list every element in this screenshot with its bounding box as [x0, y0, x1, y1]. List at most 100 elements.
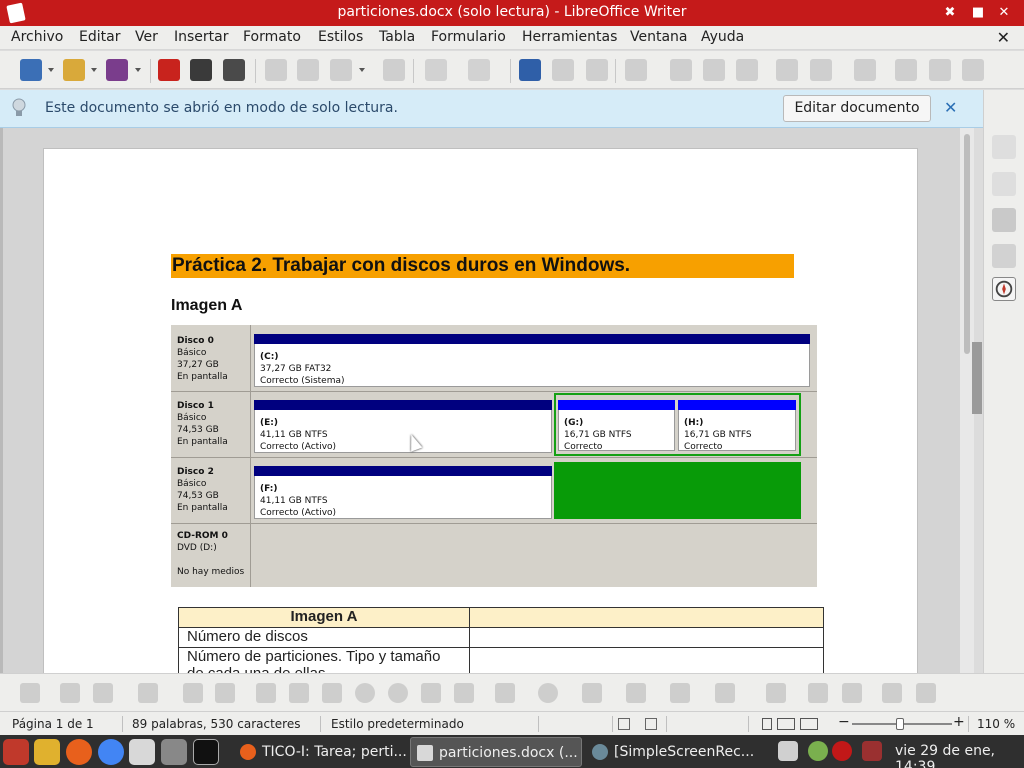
insert-mode-icon[interactable]	[618, 718, 630, 730]
curve-icon[interactable]	[138, 683, 158, 703]
styles-icon[interactable]	[992, 208, 1016, 232]
open-folder-icon[interactable]	[63, 59, 85, 81]
network-icon[interactable]	[808, 741, 828, 761]
sidebar-menu-icon[interactable]	[992, 98, 1016, 122]
basic-shapes-icon[interactable]	[495, 683, 515, 703]
page-count[interactable]: Página 1 de 1	[12, 717, 94, 731]
square-icon[interactable]	[322, 683, 342, 703]
flowchart-icon[interactable]	[715, 683, 735, 703]
minimize-button[interactable]: ✖	[940, 3, 960, 23]
block-arrows-icon[interactable]	[582, 683, 602, 703]
insert-caption-icon[interactable]	[842, 683, 862, 703]
insert-hyperlink-icon[interactable]	[895, 59, 917, 81]
save-dropdown-icon[interactable]	[135, 68, 141, 72]
word-count[interactable]: 89 palabras, 530 caracteres	[132, 717, 300, 731]
line-icon[interactable]	[60, 683, 80, 703]
paste-icon[interactable]	[330, 59, 352, 81]
cut-icon[interactable]	[265, 59, 287, 81]
table-header-cell[interactable]: Imagen A	[178, 607, 470, 628]
fontwork-icon[interactable]	[882, 683, 902, 703]
arrow-line-icon[interactable]	[93, 683, 113, 703]
new-document-icon[interactable]	[20, 59, 42, 81]
more-toolbar-icon[interactable]	[1004, 59, 1018, 81]
paste-dropdown-icon[interactable]	[359, 68, 365, 72]
insert-endnote-icon[interactable]	[962, 59, 984, 81]
document-modified-icon[interactable]	[645, 718, 657, 730]
toggle-point-edit-icon[interactable]	[766, 683, 786, 703]
edit-document-button[interactable]: Editar documento	[783, 95, 931, 122]
export-pdf-icon[interactable]	[158, 59, 180, 81]
zoom-level[interactable]: 110 %	[977, 717, 1015, 731]
formatting-marks-icon[interactable]	[586, 59, 608, 81]
table-cell[interactable]: Número de discos	[178, 627, 470, 648]
insert-image-icon[interactable]	[670, 59, 692, 81]
special-character-icon[interactable]	[854, 59, 876, 81]
zoom-slider-handle[interactable]	[896, 718, 904, 730]
triangle-icon[interactable]	[421, 683, 441, 703]
menu-editar[interactable]: Editar	[79, 29, 120, 45]
print-preview-icon[interactable]	[223, 59, 245, 81]
insert-page-break-icon[interactable]	[776, 59, 798, 81]
menu-archivo[interactable]: Archivo	[11, 29, 63, 45]
open-dropdown-icon[interactable]	[91, 68, 97, 72]
menu-herramientas[interactable]: Herramientas	[522, 29, 617, 45]
document-area[interactable]: Práctica 2. Trabajar con discos duros en…	[0, 128, 960, 673]
clone-formatting-icon[interactable]	[383, 59, 405, 81]
task-writer[interactable]: particiones.docx (...	[410, 737, 582, 767]
callouts-icon[interactable]	[670, 683, 690, 703]
tray-app-icon[interactable]	[778, 741, 798, 761]
navigator-icon[interactable]	[992, 277, 1016, 301]
insert-footnote-icon[interactable]	[929, 59, 951, 81]
screenshot-launcher-icon[interactable]	[161, 739, 187, 765]
task-firefox[interactable]: TICO-I: Tarea; perti...	[234, 737, 406, 767]
insert-field-icon[interactable]	[810, 59, 832, 81]
gallery-icon[interactable]	[992, 244, 1016, 268]
zoom-out-button[interactable]: −	[838, 714, 850, 730]
new-dropdown-icon[interactable]	[48, 68, 54, 72]
redo-icon[interactable]	[468, 59, 490, 81]
clock[interactable]: vie 29 de ene, 14:39	[895, 743, 1024, 768]
table-cell[interactable]: Número de particiones. Tipo y tamaño de …	[178, 647, 470, 673]
menu-ver[interactable]: Ver	[135, 29, 158, 45]
properties-icon[interactable]	[992, 135, 1016, 159]
page-icon[interactable]	[992, 172, 1016, 196]
rectangle-icon[interactable]	[256, 683, 276, 703]
circle-icon[interactable]	[388, 683, 408, 703]
writer-launcher-icon[interactable]	[129, 739, 155, 765]
toggle-extrusion-icon[interactable]	[916, 683, 936, 703]
single-page-view-icon[interactable]	[762, 718, 772, 730]
spelling-icon[interactable]	[552, 59, 574, 81]
right-triangle-icon[interactable]	[454, 683, 474, 703]
firefox-launcher-icon[interactable]	[66, 739, 92, 765]
stars-icon[interactable]	[626, 683, 646, 703]
menu-formato[interactable]: Formato	[243, 29, 301, 45]
vertical-scrollbar[interactable]	[960, 128, 982, 673]
menu-insertar[interactable]: Insertar	[174, 29, 229, 45]
recording-icon[interactable]	[832, 741, 852, 761]
close-infobar-icon[interactable]: ✕	[944, 98, 957, 117]
insert-text-box-icon[interactable]	[736, 59, 758, 81]
chromium-launcher-icon[interactable]	[98, 739, 124, 765]
insert-table-icon[interactable]	[625, 59, 647, 81]
zoom-in-button[interactable]: +	[953, 714, 965, 730]
save-icon[interactable]	[106, 59, 128, 81]
rounded-rectangle-icon[interactable]	[289, 683, 309, 703]
settings-launcher-icon[interactable]	[3, 739, 29, 765]
sidebar-collapse-handle[interactable]	[972, 342, 982, 414]
text-editor-launcher-icon[interactable]	[34, 739, 60, 765]
menu-tabla[interactable]: Tabla	[379, 29, 415, 45]
close-window-button[interactable]: ✕	[994, 3, 1014, 23]
find-replace-icon[interactable]	[519, 59, 541, 81]
task-screenrecorder[interactable]: [SimpleScreenRec...	[586, 737, 758, 767]
volume-icon[interactable]	[862, 741, 882, 761]
book-view-icon[interactable]	[800, 718, 818, 730]
multi-page-view-icon[interactable]	[777, 718, 795, 730]
table-header-cell[interactable]	[469, 607, 824, 628]
menu-ayuda[interactable]: Ayuda	[701, 29, 744, 45]
menu-ventana[interactable]: Ventana	[630, 29, 688, 45]
menu-formulario[interactable]: Formulario	[431, 29, 506, 45]
insert-text-icon[interactable]	[808, 683, 828, 703]
page-style[interactable]: Estilo predeterminado	[331, 717, 464, 731]
select-icon[interactable]	[20, 683, 40, 703]
connector-icon[interactable]	[183, 683, 203, 703]
